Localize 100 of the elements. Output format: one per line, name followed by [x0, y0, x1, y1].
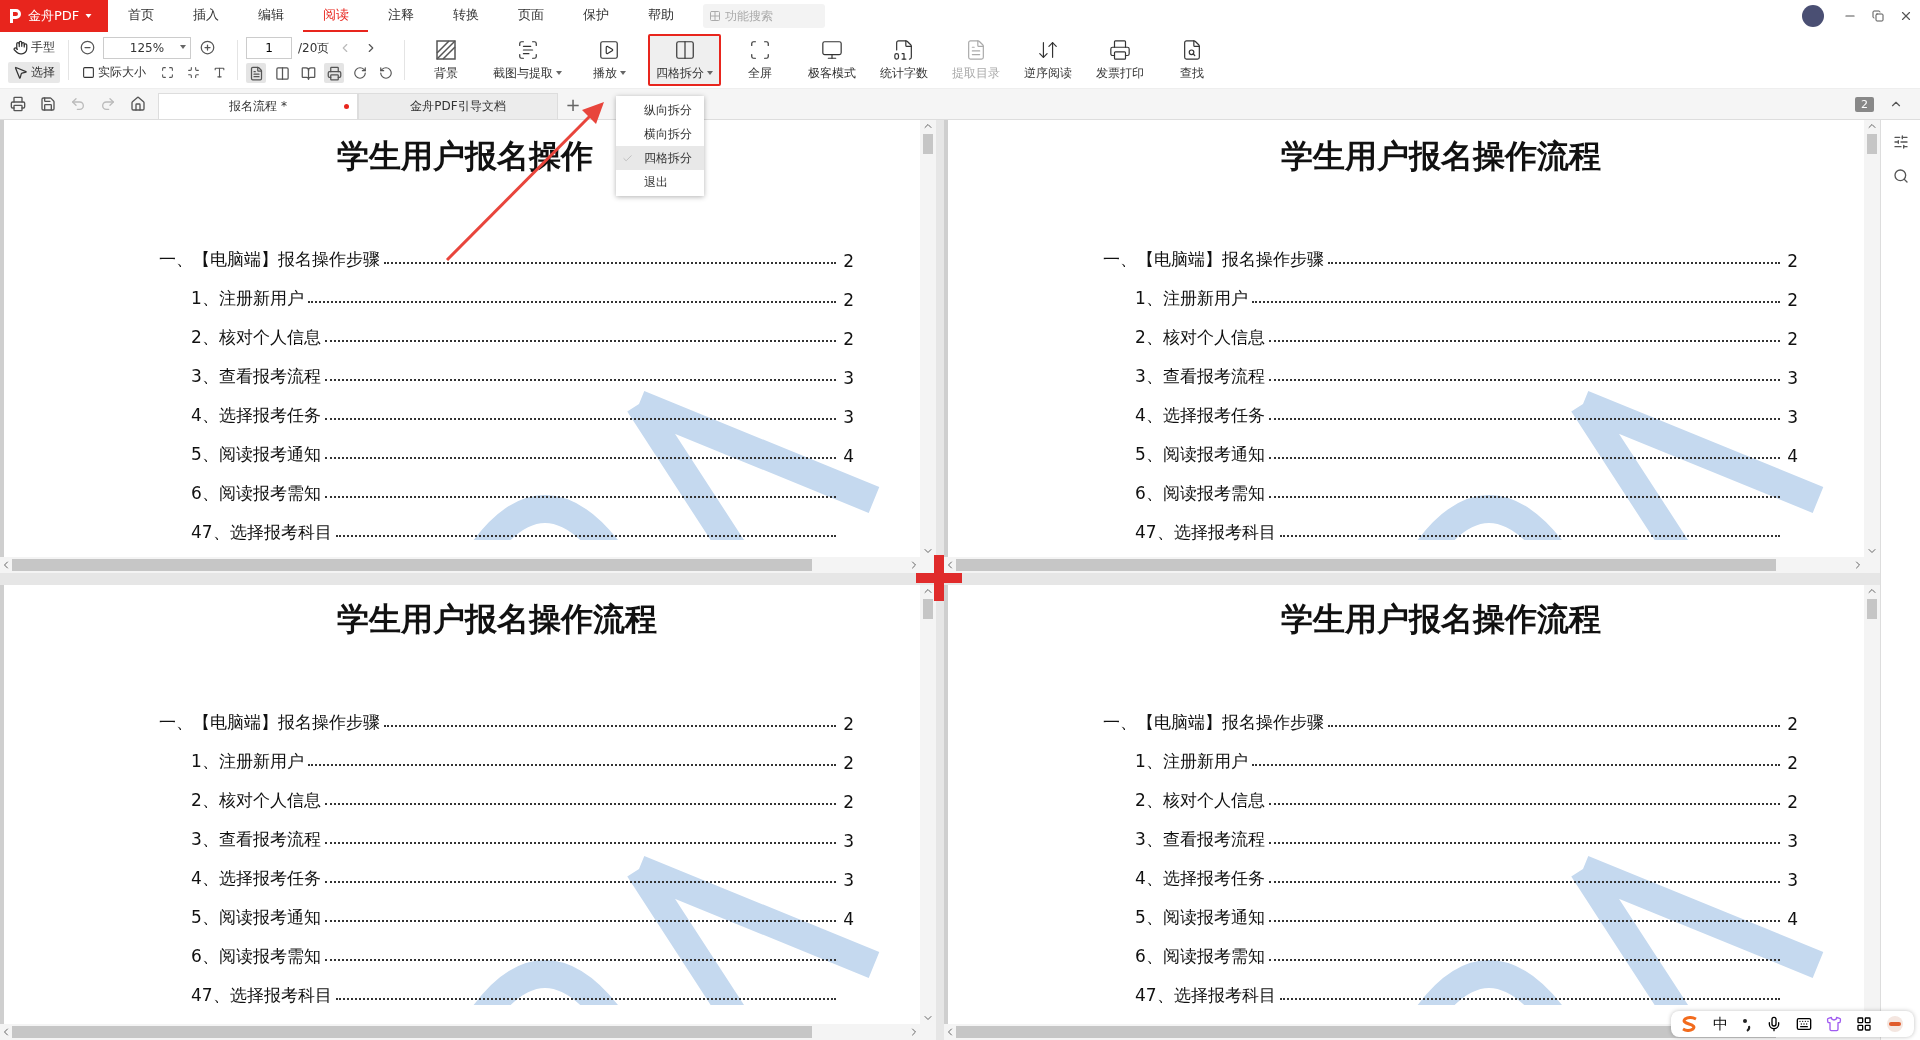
menu-item[interactable]: 纵向拆分: [616, 98, 704, 122]
shirt-icon[interactable]: [1826, 1016, 1842, 1032]
horizontal-scrollbar[interactable]: [944, 557, 1880, 573]
undo-icon: [70, 96, 86, 112]
toc-entry-text: 一、【电脑端】报名操作步骤: [159, 248, 380, 271]
check-icon: [622, 152, 633, 164]
tool-mode-button[interactable]: 选择: [8, 62, 60, 83]
ribbon-button[interactable]: 播放: [576, 34, 642, 86]
zoom-select[interactable]: 125%: [103, 36, 191, 59]
menu-tab[interactable]: 首页: [108, 0, 173, 32]
actual-size-button[interactable]: 实际大小: [77, 62, 151, 84]
scrollbar-thumb[interactable]: [1867, 599, 1877, 619]
toc-entry-text: 6、阅读报考需知: [191, 945, 321, 968]
toc-page-number: 2: [1786, 792, 1798, 812]
ribbon-button[interactable]: 全屏: [727, 34, 793, 86]
toc-entry-text: 4、选择报考任务: [191, 404, 321, 427]
toc-entry-text: 47、选择报考科目: [191, 521, 332, 544]
menu-tab[interactable]: 转换: [433, 0, 498, 32]
document-tab[interactable]: 报名流程 *: [158, 93, 358, 119]
toc-entry-text: 一、【电脑端】报名操作步骤: [159, 711, 380, 734]
toc-page-number: 2: [842, 792, 854, 812]
horizontal-scrollbar[interactable]: [0, 557, 936, 573]
avatar[interactable]: [1802, 5, 1824, 27]
screenshot-icon: [516, 38, 539, 61]
save-icon: [40, 96, 56, 112]
menu-tab[interactable]: 编辑: [238, 0, 303, 32]
rotate-clockwise-icon: [353, 66, 367, 80]
pointer-icon: [13, 65, 28, 80]
play-icon: [598, 38, 620, 61]
fit-width-icon: [186, 66, 200, 80]
page-number-field[interactable]: 1: [246, 37, 292, 59]
ribbon-button[interactable]: 查找: [1159, 34, 1225, 86]
toc-page-number: 4: [1786, 909, 1798, 929]
view-mode-button[interactable]: [246, 63, 266, 83]
ribbon-button[interactable]: 极客模式: [799, 34, 865, 86]
vertical-scrollbar[interactable]: [920, 120, 936, 557]
keyboard-icon[interactable]: [1796, 1016, 1812, 1032]
ribbon-button[interactable]: 背景: [413, 34, 479, 86]
toc-page-number: 2: [842, 251, 854, 271]
toc-entry-text: 2、核对个人信息: [191, 326, 321, 349]
hatch-icon: [435, 38, 457, 61]
toc-page-number: 4: [842, 446, 854, 466]
printer-icon: [10, 96, 26, 112]
print-button[interactable]: [8, 94, 28, 114]
word-count-icon: [893, 38, 915, 61]
new-tab-button[interactable]: +: [558, 89, 588, 119]
menu-tab[interactable]: 页面: [498, 0, 563, 32]
ribbon-button[interactable]: 截图与提取: [485, 34, 570, 86]
ribbon-button[interactable]: 逆序阅读: [1015, 34, 1081, 86]
document-tab[interactable]: 金舟PDF引导文档: [358, 93, 558, 119]
document-icon: [965, 38, 987, 61]
scrollbar-thumb[interactable]: [956, 559, 1776, 571]
toc-entry-text: 5、阅读报考通知: [1135, 906, 1265, 929]
toc-entry-text: 5、阅读报考通知: [191, 443, 321, 466]
menu-item[interactable]: 四格拆分: [616, 146, 704, 170]
menu-tab[interactable]: 阅读: [303, 0, 368, 32]
toc-entry-text: 6、阅读报考需知: [1135, 482, 1265, 505]
grid-icon: [709, 10, 721, 22]
document-title: 学生用户报名操作流程: [337, 599, 657, 639]
vertical-scrollbar[interactable]: [1864, 120, 1880, 557]
toc-page-number: 2: [1786, 290, 1798, 310]
menu-item[interactable]: 横向拆分: [616, 122, 704, 146]
menu-tab[interactable]: 注释: [368, 0, 433, 32]
save-button[interactable]: [38, 94, 58, 114]
app-menu-button[interactable]: 金舟PDF: [0, 0, 108, 32]
text-icon: [212, 66, 226, 80]
ribbon-button[interactable]: 四格拆分: [648, 34, 721, 86]
scrollbar-thumb[interactable]: [12, 559, 812, 571]
toc-entry-text: 4、选择报考任务: [1135, 404, 1265, 427]
toc-page-number: 2: [1786, 753, 1798, 773]
scrollbar-thumb[interactable]: [1867, 134, 1877, 154]
grid-icon[interactable]: [1856, 1016, 1872, 1032]
toc-entry-text: 4、选择报考任务: [1135, 867, 1265, 890]
ribbon-button[interactable]: 统计字数: [871, 34, 937, 86]
input-mode-text[interactable]: 中: [1713, 1014, 1728, 1034]
home-button[interactable]: [128, 94, 148, 114]
toc-entry-text: 一、【电脑端】报名操作步骤: [1103, 711, 1324, 734]
ribbon-button[interactable]: 发票打印: [1087, 34, 1153, 86]
vertical-scrollbar[interactable]: [920, 585, 936, 1024]
microphone-icon[interactable]: [1766, 1016, 1782, 1032]
tool-mode-button[interactable]: 手型: [8, 37, 60, 58]
two-page-icon: [274, 65, 290, 81]
scrollbar-thumb[interactable]: [12, 1026, 812, 1038]
toc-entry-text: 5、阅读报考通知: [191, 906, 321, 929]
scrollbar-thumb[interactable]: [923, 134, 933, 154]
toc-page-number: 4: [1786, 446, 1798, 466]
menu-tab[interactable]: 保护: [563, 0, 628, 32]
menu-tab[interactable]: 插入: [173, 0, 238, 32]
scrollbar-thumb[interactable]: [923, 599, 933, 619]
menu-item[interactable]: 退出: [616, 170, 704, 194]
menu-tab[interactable]: 帮助: [628, 0, 693, 32]
fit-page-icon: [160, 66, 174, 80]
toc-entry-text: 4、选择报考任务: [191, 867, 321, 890]
search-field[interactable]: 功能搜索: [703, 4, 825, 28]
single-page-icon: [248, 65, 264, 81]
split-center-handle[interactable]: [914, 553, 964, 603]
toc-entry-text: 47、选择报考科目: [191, 984, 332, 1007]
horizontal-scrollbar[interactable]: [0, 1024, 936, 1040]
book-icon: [300, 65, 316, 81]
punctuation-icon[interactable]: [1742, 1016, 1752, 1032]
